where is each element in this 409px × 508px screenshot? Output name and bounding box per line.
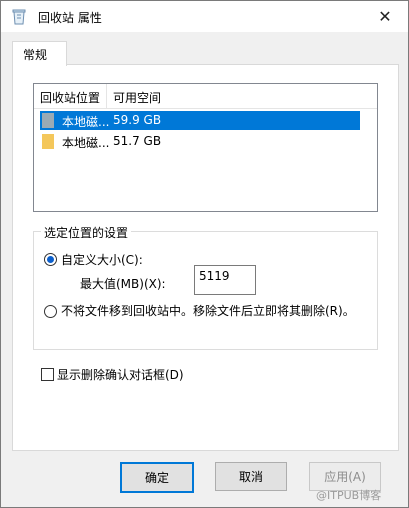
list-item[interactable]: 本地磁... 59.9 GB bbox=[40, 111, 360, 130]
title-bar: 回收站 属性 ✕ bbox=[1, 1, 408, 32]
ok-label: 确定 bbox=[144, 471, 169, 485]
max-size-input[interactable]: 5119 bbox=[194, 265, 256, 295]
location-name: 本地磁... bbox=[62, 115, 110, 129]
custom-size-label[interactable]: 自定义大小(C): bbox=[61, 251, 143, 268]
free-space: 59.9 GB bbox=[113, 113, 162, 127]
tab-general-label: 常规 bbox=[23, 48, 48, 62]
max-size-value: 5119 bbox=[199, 269, 230, 283]
delete-immediately-radio[interactable] bbox=[44, 305, 57, 318]
folder-icon bbox=[42, 134, 54, 149]
cancel-label: 取消 bbox=[238, 470, 263, 484]
general-panel: 回收站位置 可用空间 本地磁... 59.9 GB 本地磁... 51.7 GB… bbox=[12, 64, 399, 451]
location-list[interactable]: 回收站位置 可用空间 本地磁... 59.9 GB 本地磁... 51.7 GB bbox=[33, 83, 378, 212]
free-space: 51.7 GB bbox=[113, 134, 162, 148]
custom-size-radio[interactable] bbox=[44, 253, 57, 266]
list-item[interactable]: 本地磁... 51.7 GB bbox=[40, 132, 360, 151]
watermark: @ITPUB博客 bbox=[316, 489, 382, 502]
settings-group: 选定位置的设置 自定义大小(C): 最大值(MB)(X): 5119 不将文件移… bbox=[33, 224, 378, 350]
recycle-bin-properties-window: 回收站 属性 ✕ 常规 回收站位置 可用空间 本地磁... 59.9 GB 本地… bbox=[0, 0, 409, 508]
cancel-button[interactable]: 取消 bbox=[215, 462, 287, 491]
window-title: 回收站 属性 bbox=[38, 11, 102, 25]
max-size-label: 最大值(MB)(X): bbox=[80, 277, 166, 291]
location-name: 本地磁... bbox=[62, 136, 110, 150]
list-header: 回收站位置 可用空间 bbox=[34, 84, 377, 109]
settings-group-title: 选定位置的设置 bbox=[41, 224, 132, 241]
drive-icon bbox=[42, 113, 54, 128]
recycle-bin-icon bbox=[12, 9, 26, 25]
column-header-space[interactable]: 可用空间 bbox=[113, 89, 161, 106]
close-icon: ✕ bbox=[378, 7, 392, 26]
apply-label: 应用(A) bbox=[324, 470, 366, 484]
close-button[interactable]: ✕ bbox=[362, 1, 408, 32]
tab-general[interactable]: 常规 bbox=[12, 41, 67, 66]
column-separator[interactable] bbox=[106, 84, 107, 108]
delete-immediately-label[interactable]: 不将文件移到回收站中。移除文件后立即将其删除(R)。 bbox=[61, 302, 355, 319]
column-header-location[interactable]: 回收站位置 bbox=[40, 89, 100, 106]
confirm-delete-label[interactable]: 显示删除确认对话框(D) bbox=[57, 366, 184, 383]
ok-button[interactable]: 确定 bbox=[120, 462, 194, 493]
confirm-delete-checkbox[interactable] bbox=[41, 368, 54, 381]
